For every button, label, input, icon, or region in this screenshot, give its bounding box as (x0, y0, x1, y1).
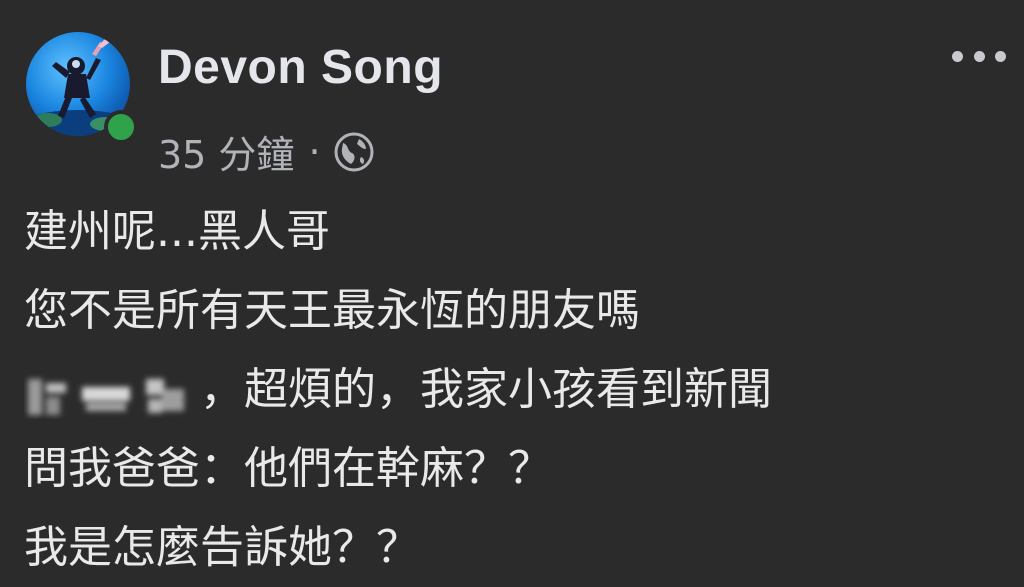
meta-separator: · (308, 129, 321, 174)
post-line-4: 問我爸爸：他們在幹麻？？ (24, 443, 552, 494)
more-dot (973, 50, 985, 62)
post-line-1: 建州呢...黑人哥 (24, 206, 330, 257)
post-body: 建州呢...黑人哥 您不是所有天王最永恆的朋友嗎 ，超煩的，我家小孩看到新聞 問… (24, 192, 1004, 587)
post-line-2: 您不是所有天王最永恆的朋友嗎 (24, 285, 640, 336)
redacted-text-blur (24, 365, 194, 415)
facebook-post: Devon Song 35 分鐘 · 建州呢...黑人哥 您不是所有天王最永恆的… (0, 0, 1024, 576)
more-options-icon[interactable] (952, 38, 1006, 74)
author-name[interactable]: Devon Song (158, 40, 443, 95)
post-line-3-text: ，超煩的，我家小孩看到新聞 (200, 364, 772, 415)
post-line-3: ，超煩的，我家小孩看到新聞 (24, 350, 1004, 429)
more-dot (952, 50, 963, 62)
online-status-dot (104, 110, 138, 144)
more-dot (995, 50, 1006, 62)
globe-icon[interactable] (333, 131, 375, 173)
post-timestamp[interactable]: 35 分鐘 (158, 124, 294, 179)
post-line-5: 我是怎麼告訴她？？ (24, 522, 420, 573)
post-meta: 35 分鐘 · (158, 124, 375, 179)
profile-avatar[interactable] (22, 28, 138, 144)
